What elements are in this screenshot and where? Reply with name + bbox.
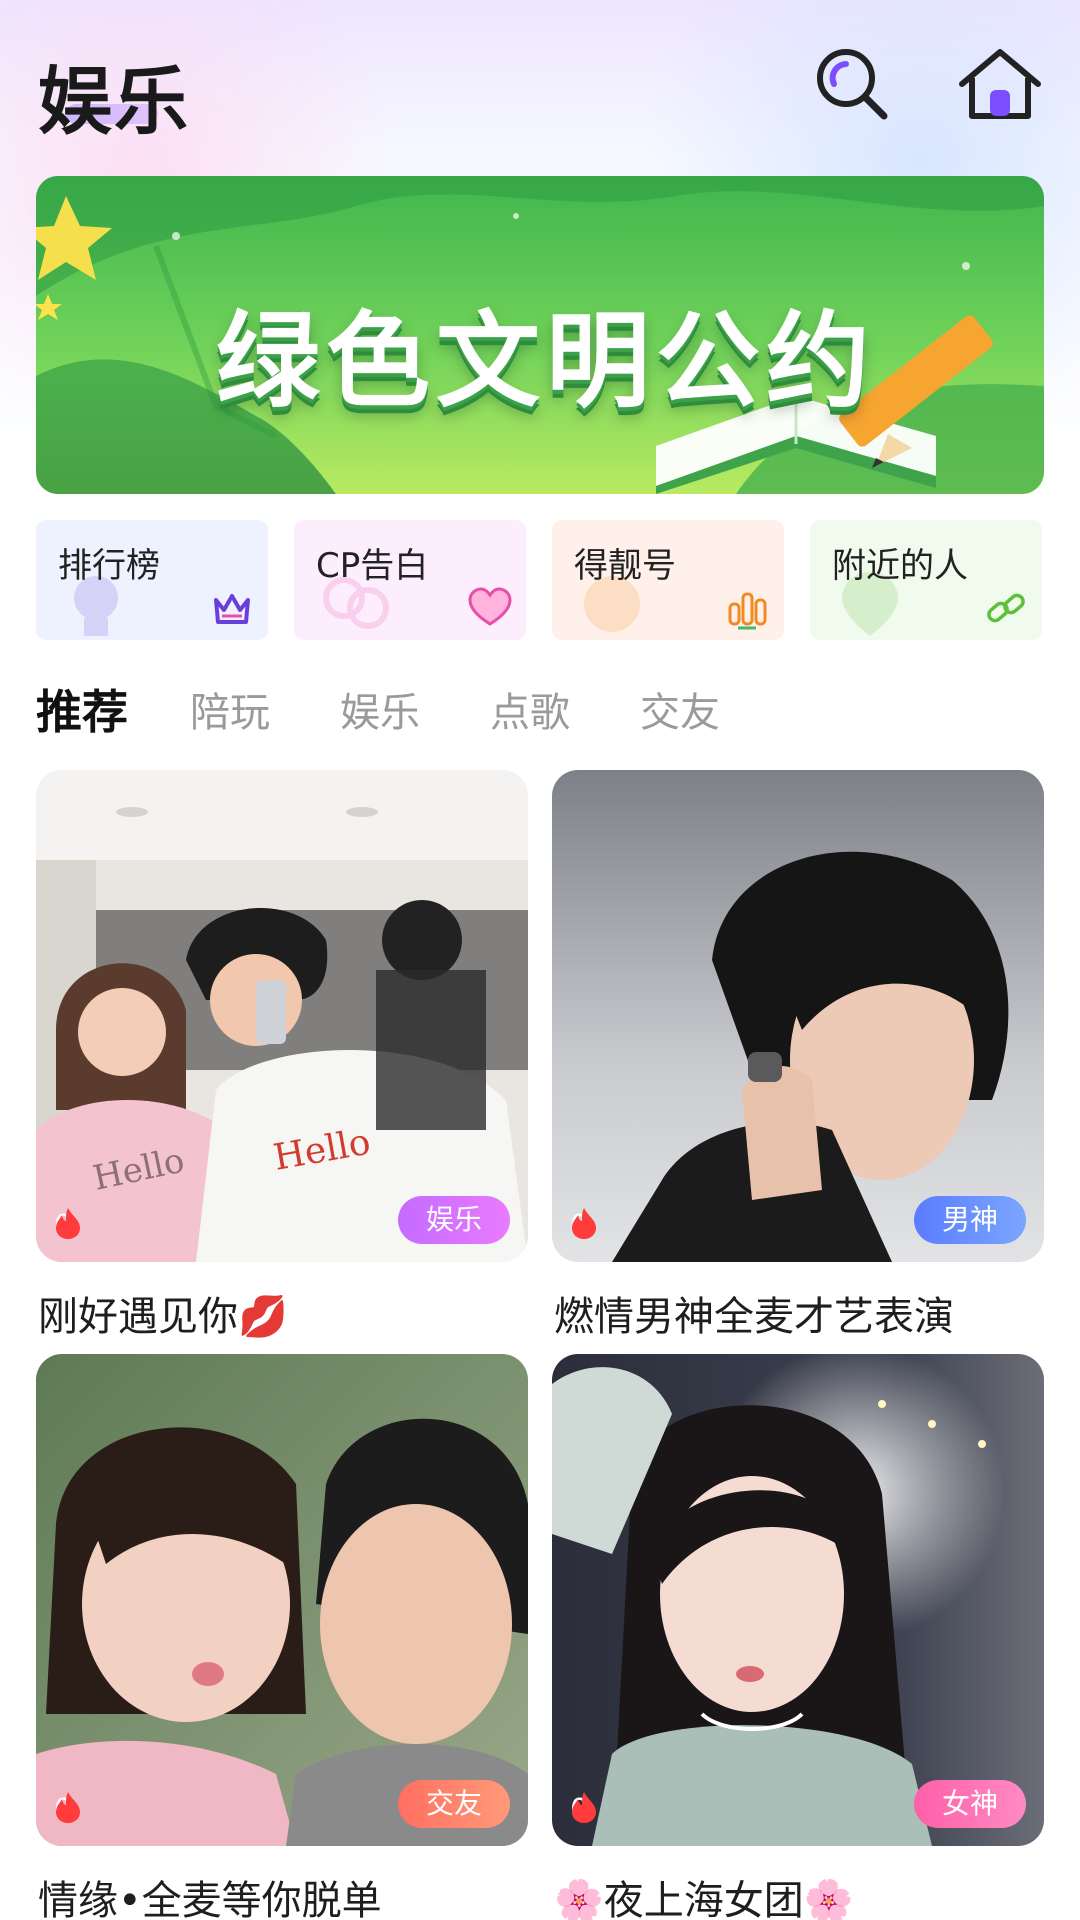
- room-card[interactable]: 0 男神 燃情男神全麦才艺表演: [552, 770, 1044, 1340]
- banner-title: 绿色文明公约: [216, 300, 877, 422]
- shortcut-bar: 排行榜 CP告白 得靓号 附近的人: [36, 520, 1044, 640]
- room-cover-photo: 0 女神: [552, 1354, 1044, 1846]
- room-cover-photo: 0 男神: [552, 770, 1044, 1262]
- page: 娱乐 绿色文明公约 排行榜 CP告白 得靓号 附近的人 推荐 陪玩 娱乐 点歌 …: [0, 0, 1080, 1920]
- shortcut-ranking[interactable]: 排行榜: [36, 520, 268, 640]
- category-tabs: 推荐 陪玩 娱乐 点歌 交友: [36, 680, 1044, 740]
- room-title: 情缘•全麦等你脱单: [38, 1878, 382, 1920]
- tab-companion[interactable]: 陪玩: [190, 680, 270, 738]
- shortcut-cp-confession[interactable]: CP告白: [294, 520, 526, 640]
- flame-icon: [56, 1792, 80, 1823]
- flame-icon: [56, 1208, 80, 1239]
- tab-entertainment[interactable]: 娱乐: [340, 680, 420, 738]
- shortcut-label: CP告白: [316, 546, 429, 586]
- room-card[interactable]: Hello Hello 0 娱乐 刚好遇见你💋: [36, 770, 528, 1340]
- heat-counter: 0: [54, 1206, 80, 1246]
- cover-image-couple-selfie: Hello Hello: [36, 770, 528, 1262]
- flame-icon: [572, 1792, 596, 1823]
- heat-counter: 0: [570, 1790, 596, 1830]
- room-tag-badge: 娱乐: [398, 1196, 510, 1244]
- crown-icon: [214, 594, 250, 624]
- bar-chart-icon: [728, 592, 767, 630]
- shortcut-vanity-number[interactable]: 得靓号: [552, 520, 784, 640]
- room-tag-badge: 交友: [398, 1780, 510, 1828]
- cover-image-young-man: [552, 770, 1044, 1262]
- room-card[interactable]: 0 女神 🌸夜上海女团🌸: [552, 1354, 1044, 1920]
- shortcut-label: 排行榜: [58, 546, 160, 586]
- heat-counter: 0: [570, 1206, 596, 1246]
- flame-icon: [572, 1208, 596, 1239]
- room-tag-badge: 男神: [914, 1196, 1026, 1244]
- header: 娱乐: [0, 0, 1080, 170]
- room-title: 刚好遇见你💋: [38, 1294, 288, 1340]
- promo-banner[interactable]: 绿色文明公约: [36, 176, 1044, 494]
- room-title: 🌸夜上海女团🌸: [554, 1878, 854, 1920]
- home-button[interactable]: [956, 44, 1044, 124]
- heat-counter: 0: [54, 1790, 80, 1830]
- tab-song-request[interactable]: 点歌: [490, 680, 570, 738]
- shortcut-label: 附近的人: [832, 546, 968, 586]
- page-title: 娱乐: [38, 59, 190, 145]
- room-title: 燃情男神全麦才艺表演: [554, 1294, 954, 1340]
- tab-recommend[interactable]: 推荐: [36, 676, 128, 742]
- search-icon: [817, 49, 888, 120]
- link-icon: [987, 593, 1025, 623]
- shortcut-nearby[interactable]: 附近的人: [810, 520, 1042, 640]
- cover-image-couple-kiss: [36, 1354, 528, 1846]
- home-icon: [959, 49, 1041, 119]
- shortcut-label: 得靓号: [574, 546, 676, 586]
- room-cover-photo: 0 交友: [36, 1354, 528, 1846]
- heart-icon: [468, 587, 512, 626]
- room-card[interactable]: 0 交友 情缘•全麦等你脱单: [36, 1354, 528, 1920]
- cover-image-young-woman-night: [552, 1354, 1044, 1846]
- room-cover-photo: Hello Hello 0 娱乐: [36, 770, 528, 1262]
- tab-dating[interactable]: 交友: [640, 680, 720, 738]
- room-tag-badge: 女神: [914, 1780, 1026, 1828]
- search-button[interactable]: [812, 44, 892, 124]
